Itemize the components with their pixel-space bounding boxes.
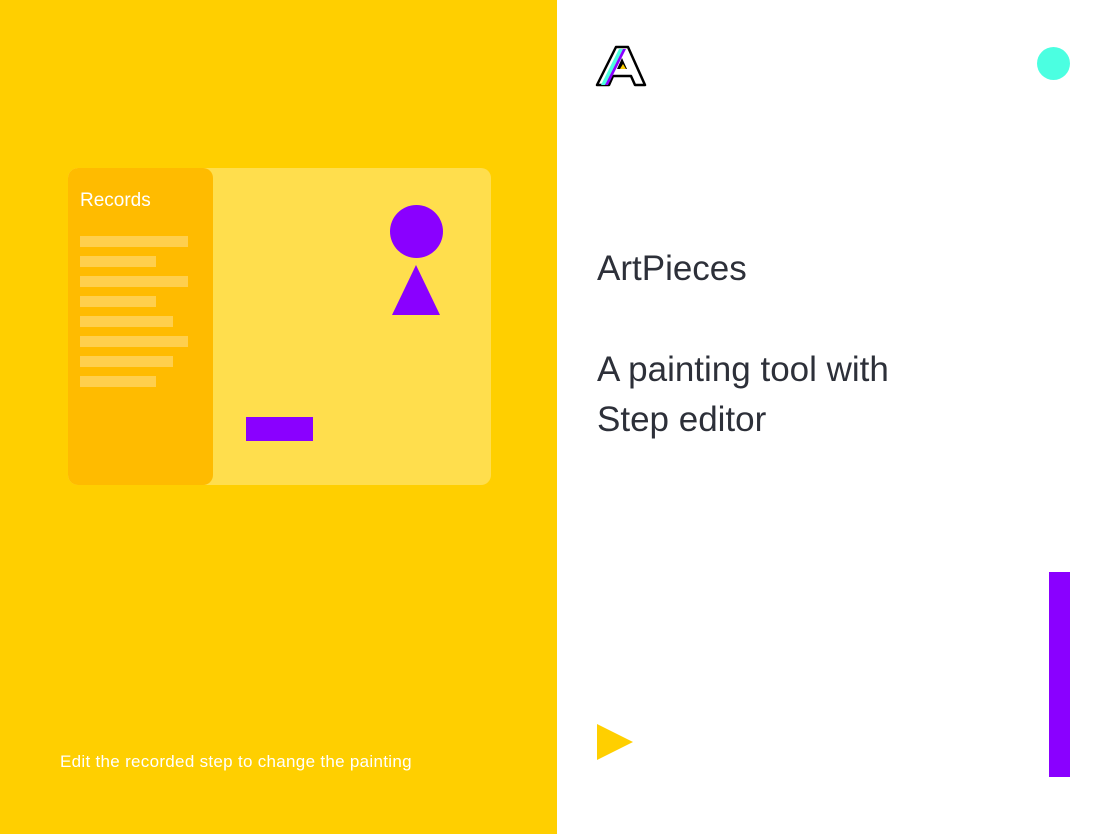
triangle-shape bbox=[392, 265, 440, 315]
record-item bbox=[80, 296, 156, 307]
record-item bbox=[80, 316, 173, 327]
slide-progress-fill bbox=[1049, 572, 1070, 777]
record-item bbox=[80, 236, 188, 247]
dot-icon bbox=[1037, 47, 1070, 80]
circle-shape bbox=[390, 205, 443, 258]
play-icon[interactable] bbox=[597, 724, 633, 760]
illustration-panel: Records Edit the recorded step to change… bbox=[0, 0, 557, 834]
records-sidebar: Records bbox=[68, 168, 213, 485]
record-item bbox=[80, 276, 188, 287]
tagline: A painting tool with Step editor bbox=[597, 345, 1017, 445]
records-title: Records bbox=[80, 190, 151, 211]
content-panel: ArtPieces A painting tool with Step edit… bbox=[557, 0, 1112, 834]
record-item bbox=[80, 256, 156, 267]
slide-caption: Edit the recorded step to change the pai… bbox=[60, 752, 412, 771]
record-item bbox=[80, 376, 156, 387]
record-item bbox=[80, 336, 188, 347]
tagline-line-2: Step editor bbox=[597, 400, 767, 439]
rectangle-shape bbox=[246, 417, 313, 441]
tagline-line-1: A painting tool with bbox=[597, 350, 889, 389]
editor-mockup: Records bbox=[68, 168, 491, 485]
record-item bbox=[80, 356, 173, 367]
app-name: ArtPieces bbox=[597, 249, 747, 288]
artpieces-a-logo-icon bbox=[595, 45, 647, 87]
slide-progress-bar bbox=[1049, 572, 1070, 777]
slide: Records Edit the recorded step to change… bbox=[0, 0, 1112, 834]
